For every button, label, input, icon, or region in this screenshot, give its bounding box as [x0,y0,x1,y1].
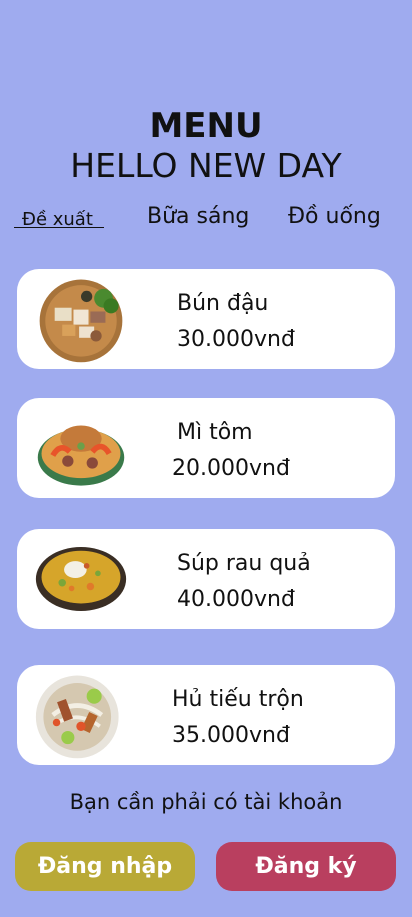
tab-bua-sang[interactable]: Bữa sáng [147,204,249,229]
menu-item-price: 40.000vnđ [177,587,295,612]
menu-item-card-hu-tieu-tron[interactable]: Hủ tiếu trộn 35.000vnđ [17,665,395,765]
menu-subtitle: HELLO NEW DAY [70,146,342,185]
menu-item-card-mi-tom[interactable]: Mì tôm 20.000vnđ [17,398,395,498]
hu-tieu-dish-icon [33,668,129,762]
login-button[interactable]: Đăng nhập [15,842,195,891]
menu-item-card-sup-rau-qua[interactable]: Súp rau quả 40.000vnđ [17,529,395,629]
menu-item-name: Hủ tiếu trộn [172,687,304,712]
active-tab-underline [14,227,104,228]
menu-item-name: Súp rau quả [177,551,311,576]
bun-dau-dish-icon [33,272,129,366]
menu-item-name: Bún đậu [177,291,269,316]
menu-item-price: 20.000vnđ [172,456,290,481]
menu-item-name: Mì tôm [177,420,253,445]
register-button[interactable]: Đăng ký [216,842,396,891]
menu-item-price: 35.000vnđ [172,723,290,748]
soup-dish-icon [31,532,131,626]
menu-title: MENU [149,106,263,146]
menu-item-price: 30.000vnđ [177,327,295,352]
mi-tom-dish-icon [33,401,129,495]
account-required-text: Bạn cần phải có tài khoản [69,790,343,814]
tab-do-uong[interactable]: Đồ uống [288,204,381,229]
menu-item-card-bun-dau[interactable]: Bún đậu 30.000vnđ [17,269,395,369]
